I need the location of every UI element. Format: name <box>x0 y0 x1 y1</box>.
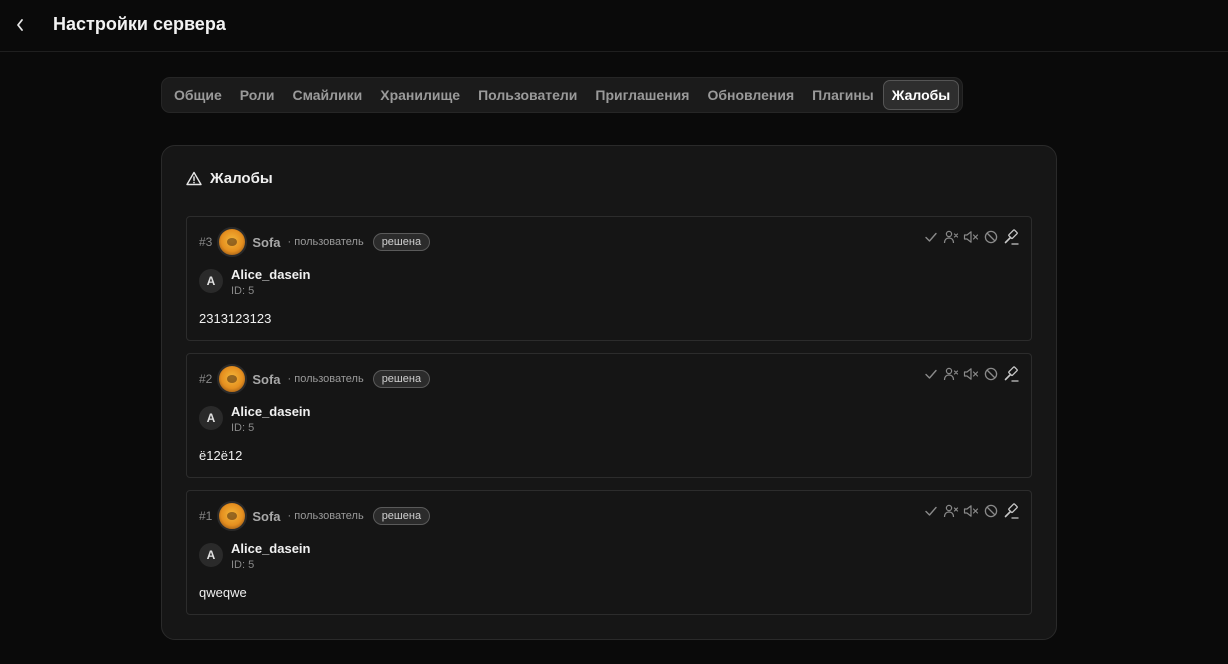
ban-icon <box>984 504 998 518</box>
tab-storage[interactable]: Хранилище <box>371 80 469 110</box>
target-avatar: A <box>199 406 223 430</box>
report-number: #3 <box>199 235 213 249</box>
reported-user: A Alice_dasein ID: 5 <box>199 541 311 571</box>
target-id: ID: 5 <box>231 285 255 297</box>
gavel-icon <box>1004 229 1019 245</box>
target-name[interactable]: Alice_dasein <box>231 404 311 419</box>
ban-icon <box>984 367 998 381</box>
tab-reports[interactable]: Жалобы <box>882 80 960 110</box>
top-bar: Настройки сервера <box>0 0 1228 52</box>
reports-panel: Жалобы #3 Sofa · пользователь решена A A… <box>161 145 1057 640</box>
report-header: #1 Sofa · пользователь решена <box>199 499 431 533</box>
report-text: 2313123123 <box>199 311 272 326</box>
settings-tabs: Общие Роли Смайлики Хранилище Пользовате… <box>161 77 964 113</box>
reporter-role: · пользователь <box>287 510 364 522</box>
reporter-name[interactable]: Sofa <box>252 372 280 387</box>
reporter-avatar <box>217 501 248 531</box>
status-badge: решена <box>372 507 431 525</box>
report-card: #2 Sofa · пользователь решена A Alice_da… <box>186 353 1032 478</box>
status-badge: решена <box>372 370 431 388</box>
report-number: #2 <box>199 372 213 386</box>
warning-icon <box>186 171 202 186</box>
tab-invites[interactable]: Приглашения <box>586 80 698 110</box>
ban-button[interactable] <box>983 366 999 382</box>
back-button[interactable] <box>10 13 30 37</box>
gavel-button[interactable] <box>1003 503 1019 519</box>
reporter-name[interactable]: Sofa <box>252 235 280 250</box>
gavel-button[interactable] <box>1003 366 1019 382</box>
user-remove-icon <box>943 230 959 244</box>
report-number: #1 <box>199 509 213 523</box>
target-name[interactable]: Alice_dasein <box>231 267 311 282</box>
kick-button[interactable] <box>943 503 959 519</box>
target-id: ID: 5 <box>231 559 255 571</box>
status-badge: решена <box>372 233 431 251</box>
reporter-role: · пользователь <box>287 373 364 385</box>
tab-general[interactable]: Общие <box>165 80 231 110</box>
gavel-icon <box>1004 366 1019 382</box>
ban-icon <box>984 230 998 244</box>
tab-emojis[interactable]: Смайлики <box>283 80 371 110</box>
report-text: ё12ё12 <box>199 448 243 463</box>
check-icon <box>925 369 937 379</box>
tab-plugins[interactable]: Плагины <box>803 80 883 110</box>
report-card: #3 Sofa · пользователь решена A Alice_da… <box>186 216 1032 341</box>
target-avatar: A <box>199 543 223 567</box>
check-icon <box>925 506 937 516</box>
panel-header: Жалобы <box>186 170 273 187</box>
report-text: qweqwe <box>199 585 247 600</box>
target-avatar: A <box>199 269 223 293</box>
tab-users[interactable]: Пользователи <box>469 80 586 110</box>
page-title: Настройки сервера <box>53 14 226 34</box>
resolve-button[interactable] <box>923 229 939 245</box>
report-actions <box>923 503 1019 519</box>
gavel-icon <box>1004 503 1019 519</box>
kick-button[interactable] <box>943 366 959 382</box>
user-remove-icon <box>943 367 959 381</box>
ban-button[interactable] <box>983 503 999 519</box>
gavel-button[interactable] <box>1003 229 1019 245</box>
mute-icon <box>963 505 979 517</box>
tab-roles[interactable]: Роли <box>231 80 284 110</box>
resolve-button[interactable] <box>923 503 939 519</box>
mute-button[interactable] <box>963 229 979 245</box>
mute-button[interactable] <box>963 366 979 382</box>
mute-icon <box>963 231 979 243</box>
report-actions <box>923 366 1019 382</box>
reporter-name[interactable]: Sofa <box>252 509 280 524</box>
target-id: ID: 5 <box>231 422 255 434</box>
reporter-role: · пользователь <box>287 236 364 248</box>
report-actions <box>923 229 1019 245</box>
resolve-button[interactable] <box>923 366 939 382</box>
target-name[interactable]: Alice_dasein <box>231 541 311 556</box>
user-remove-icon <box>943 504 959 518</box>
report-card: #1 Sofa · пользователь решена A Alice_da… <box>186 490 1032 615</box>
chevron-left-icon <box>17 19 23 31</box>
kick-button[interactable] <box>943 229 959 245</box>
check-icon <box>925 232 937 242</box>
tab-updates[interactable]: Обновления <box>698 80 803 110</box>
reported-user: A Alice_dasein ID: 5 <box>199 404 311 434</box>
ban-button[interactable] <box>983 229 999 245</box>
panel-title: Жалобы <box>210 170 273 187</box>
mute-icon <box>963 368 979 380</box>
reported-user: A Alice_dasein ID: 5 <box>199 267 311 297</box>
report-header: #3 Sofa · пользователь решена <box>199 225 431 259</box>
reporter-avatar <box>217 227 248 257</box>
mute-button[interactable] <box>963 503 979 519</box>
reporter-avatar <box>217 364 248 394</box>
report-header: #2 Sofa · пользователь решена <box>199 362 431 396</box>
